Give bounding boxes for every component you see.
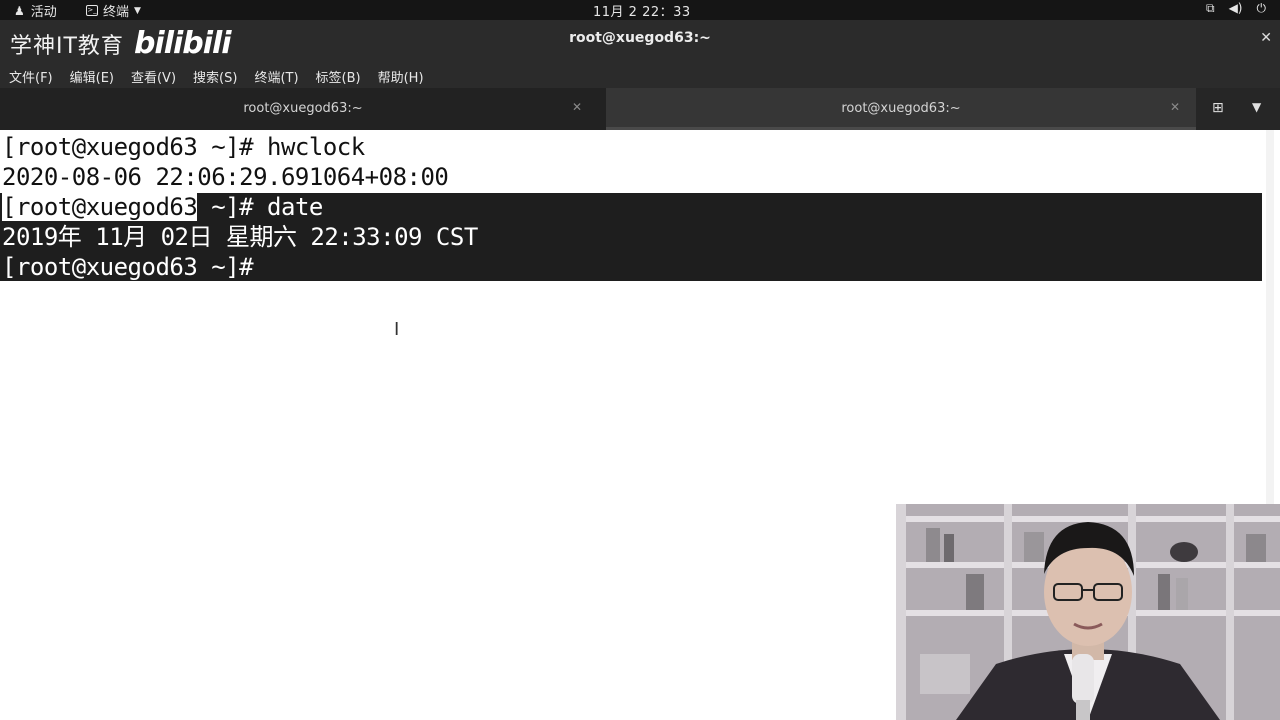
chevron-down-icon: ▼: [134, 5, 141, 16]
terminal-prompt-line: [root@xuegod63 ~]#: [2, 253, 254, 281]
menu-tabs[interactable]: 标签(B): [316, 67, 361, 86]
gnome-top-bar: ♟ 活动 >_ 终端 ▼ 11月 2 22：33 ⧉ ◀) ⏻: [0, 0, 1280, 20]
menu-edit[interactable]: 编辑(E): [70, 67, 114, 86]
tab-list-icon[interactable]: ▼: [1252, 100, 1261, 114]
terminal-line: 2020-08-06 22:06:29.691064+08:00: [2, 163, 449, 191]
system-tray[interactable]: ⧉ ◀) ⏻: [1206, 1, 1266, 16]
menu-help[interactable]: 帮助(H): [378, 67, 424, 86]
network-icon[interactable]: ⧉: [1206, 1, 1215, 16]
menu-search[interactable]: 搜索(S): [193, 67, 237, 86]
menu-bar: 文件(F) 编辑(E) 查看(V) 搜索(S) 终端(T) 标签(B) 帮助(H…: [0, 64, 1280, 88]
clock[interactable]: 11月 2 22：33: [593, 1, 691, 20]
menu-terminal[interactable]: 终端(T): [254, 67, 298, 86]
presenter-video-image: [896, 504, 1280, 720]
activities-button[interactable]: ♟ 活动: [14, 1, 57, 21]
volume-icon[interactable]: ◀): [1229, 1, 1243, 16]
power-icon[interactable]: ⏻: [1257, 1, 1267, 16]
tab-1-close-icon[interactable]: ✕: [572, 100, 582, 114]
activities-label: 活动: [30, 5, 57, 20]
new-tab-icon[interactable]: ⊞: [1212, 100, 1224, 116]
tab-2-close-icon[interactable]: ✕: [1170, 100, 1180, 114]
tab-2[interactable]: root@xuegod63:~ ✕: [606, 88, 1196, 130]
terminal-line: [root@xuegod63 ~]# date: [2, 192, 323, 222]
app-menu-button[interactable]: >_ 终端 ▼: [86, 1, 141, 20]
terminal-icon: >_: [86, 5, 98, 16]
terminal-line: 2019年 11月 02日 星期六 22:33:09 CST: [2, 223, 478, 251]
app-menu-label: 终端: [103, 5, 130, 20]
selection-start-segment: [root@xuegod63: [2, 193, 198, 221]
tab-1-label: root@xuegod63:~: [243, 101, 363, 116]
tab-1[interactable]: root@xuegod63:~ ✕: [0, 88, 606, 130]
ibeam-cursor-icon: I: [394, 319, 400, 340]
terminal-line-rest: ~]# date: [197, 193, 323, 221]
tab-bar: root@xuegod63:~ ✕ root@xuegod63:~ ✕ ⊞ ▼: [0, 88, 1280, 130]
tab-2-label: root@xuegod63:~: [841, 101, 961, 116]
window-close-icon[interactable]: ✕: [1260, 30, 1272, 46]
menu-view[interactable]: 查看(V): [131, 67, 176, 86]
window-title: root@xuegod63:~: [569, 30, 711, 46]
gnome-foot-icon: ♟: [14, 3, 25, 18]
window-titlebar[interactable]: 学神IT教育 bilibili root@xuegod63:~ ✕: [0, 20, 1280, 64]
menu-file[interactable]: 文件(F): [9, 67, 53, 86]
webcam-overlay: [896, 504, 1280, 720]
terminal-line: [root@xuegod63 ~]# hwclock: [2, 133, 365, 161]
